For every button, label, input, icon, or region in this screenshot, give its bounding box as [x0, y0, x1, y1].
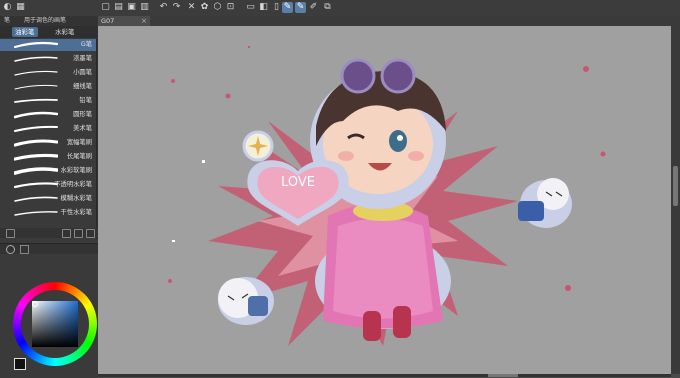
subtab-pen[interactable]: 笔 — [2, 16, 10, 26]
settings-icon[interactable] — [6, 229, 15, 238]
add-brush-icon[interactable] — [62, 229, 71, 238]
brush-item[interactable]: 铅笔 — [0, 95, 96, 107]
brush-name: 圆形笔 — [73, 111, 92, 118]
export-icon[interactable]: ▥ — [139, 2, 150, 13]
document-tab-title: G07 — [101, 17, 115, 25]
vertical-scrollbar[interactable] — [671, 26, 680, 374]
brush-name: 干性水彩笔 — [60, 209, 92, 216]
redo-icon[interactable]: ↷ — [171, 2, 182, 13]
top-toolbar: ◐ ▦ ▢ ▤ ▣ ▥ ↶ ↷ ✕ ✿ ⬡ ⊡ ▭ ◧ ▯ ✎ ✎ ✐ ⧉ — [0, 0, 680, 17]
brush-item[interactable]: 小圆笔 — [0, 67, 96, 79]
sparkle-badge — [242, 130, 274, 162]
color-slider-tab-icon[interactable] — [20, 245, 29, 254]
pen-icon[interactable]: ✎ — [282, 2, 293, 13]
brush-item[interactable]: 细线笔 — [0, 81, 96, 93]
brush-item[interactable]: 长尾笔刷 — [0, 151, 96, 163]
grid-icon[interactable]: ▦ — [15, 2, 26, 13]
duplicate-icon[interactable] — [74, 229, 83, 238]
brush-name: 水彩软笔刷 — [60, 167, 92, 174]
close-icon[interactable]: × — [141, 16, 147, 26]
brush-stroke-preview — [14, 111, 58, 119]
brush-stroke-preview — [14, 56, 58, 62]
brush-item[interactable]: 水彩软笔刷 — [0, 165, 96, 177]
vertical-scrollbar-thumb[interactable] — [673, 166, 678, 206]
brush-name: 细线笔 — [73, 83, 92, 90]
brush-stroke-preview — [14, 182, 58, 189]
clear-icon[interactable]: ✕ — [186, 2, 197, 13]
document-tab[interactable]: G07 × — [98, 16, 150, 26]
brush-item[interactable]: 美术笔 — [0, 123, 96, 135]
brush-stroke-preview — [14, 139, 58, 147]
brush-stroke-preview — [14, 98, 58, 103]
brush-item[interactable]: 干性水彩笔 — [0, 207, 96, 219]
brush-item[interactable]: 模糊水彩笔 — [0, 193, 96, 205]
artwork-illustration: LOVE — [168, 46, 606, 346]
color-wheel-panel — [0, 243, 98, 378]
transform-icon[interactable]: ⬡ — [212, 2, 223, 13]
hue-ring[interactable] — [13, 282, 97, 366]
layer-icon[interactable]: ⧉ — [322, 2, 333, 13]
brush-item[interactable]: 浓墨笔 — [0, 53, 96, 65]
brush-stroke-preview — [14, 211, 58, 216]
palette-icon[interactable]: ◐ — [2, 2, 13, 13]
canvas[interactable]: LOVE — [98, 26, 671, 374]
new-file-icon[interactable]: ▢ — [100, 2, 111, 13]
select-icon[interactable]: ⊡ — [225, 2, 236, 13]
brush-item[interactable]: 宽幅笔刷 — [0, 137, 96, 149]
open-icon[interactable]: ▤ — [113, 2, 124, 13]
fill-icon[interactable]: ✿ — [199, 2, 210, 13]
pen-wide-icon[interactable]: ✐ — [308, 2, 319, 13]
snap-icon[interactable]: ◧ — [258, 2, 269, 13]
brush-name: 宽幅笔刷 — [66, 139, 92, 146]
brush-list-toolbar — [0, 228, 98, 238]
brush-name: 不透明水彩笔 — [54, 181, 92, 188]
robot-left — [218, 277, 274, 325]
brush-item[interactable]: 不透明水彩笔 — [0, 179, 96, 191]
undo-icon[interactable]: ↶ — [158, 2, 169, 13]
color-panel-header — [0, 244, 98, 254]
delete-icon[interactable] — [86, 229, 95, 238]
brush-list: G笔 浓墨笔 小圆笔 细线笔 铅笔 圆形笔 美术笔 宽幅笔刷 长尾笔刷 水彩软笔… — [0, 39, 98, 239]
brush-stroke-preview — [14, 125, 58, 132]
sub-tool-tabs: 笔 用于调色的画笔 — [0, 16, 98, 26]
flip-icon[interactable]: ▭ — [245, 2, 256, 13]
heart-text: LOVE — [281, 175, 315, 190]
brush-category-tabs: 油彩笔 水彩笔 — [0, 26, 98, 38]
tab-oil-brush[interactable]: 油彩笔 — [12, 27, 38, 37]
pen-alt-icon[interactable]: ✎ — [295, 2, 306, 13]
current-color-swatch[interactable] — [14, 358, 26, 370]
brush-name: 美术笔 — [73, 125, 92, 132]
brush-name: 浓墨笔 — [73, 55, 92, 62]
tab-watercolor-brush[interactable]: 水彩笔 — [52, 27, 78, 37]
ruler-icon[interactable]: ▯ — [271, 2, 282, 13]
brush-stroke-preview — [14, 167, 58, 175]
brush-stroke-preview — [14, 70, 58, 76]
brush-item[interactable]: 圆形笔 — [0, 109, 96, 121]
brush-stroke-preview — [14, 196, 58, 202]
brush-name: 铅笔 — [79, 97, 92, 104]
brush-name: 小圆笔 — [73, 69, 92, 76]
brush-stroke-preview — [14, 84, 58, 90]
subtab-mixing-brush[interactable]: 用于调色的画笔 — [22, 16, 66, 26]
document-tab-bar: G07 × — [98, 16, 680, 26]
left-panel: 笔 用于调色的画笔 油彩笔 水彩笔 G笔 浓墨笔 小圆笔 细线笔 铅笔 圆形笔 — [0, 16, 99, 378]
brush-name: G笔 — [80, 41, 92, 48]
color-wheel-tab-icon[interactable] — [6, 245, 15, 254]
brush-stroke-preview — [14, 41, 58, 49]
robot-right — [518, 178, 572, 228]
color-picker-cursor[interactable] — [32, 301, 38, 307]
saturation-value-square[interactable] — [32, 301, 78, 347]
brush-stroke-preview — [14, 153, 58, 161]
save-icon[interactable]: ▣ — [126, 2, 137, 13]
brush-name: 长尾笔刷 — [66, 153, 92, 160]
brush-name: 模糊水彩笔 — [60, 195, 92, 202]
brush-item[interactable]: G笔 — [0, 39, 96, 51]
